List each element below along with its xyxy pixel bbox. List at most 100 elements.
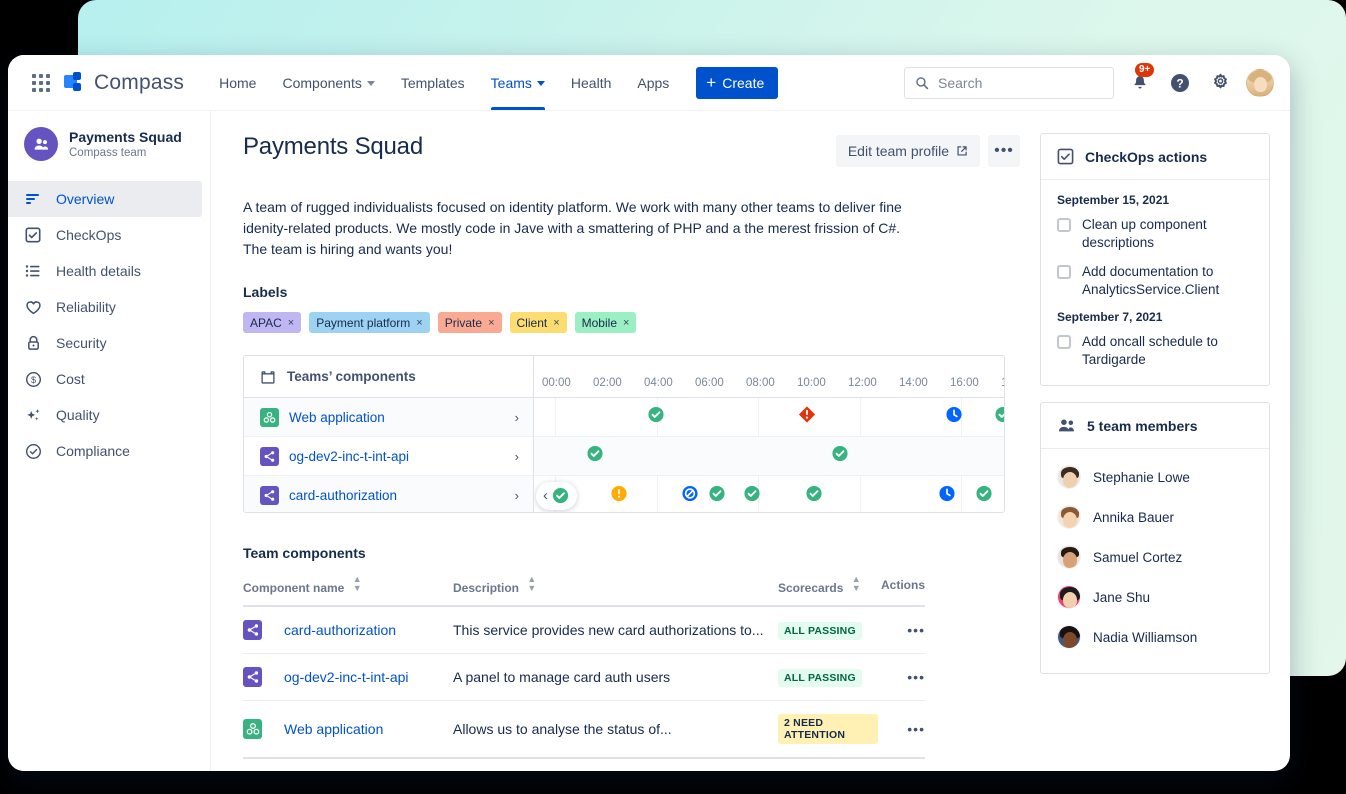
event-success-icon[interactable]: [806, 485, 823, 507]
sidebar-item-health-details[interactable]: Health details: [8, 253, 202, 289]
remove-label-icon[interactable]: ×: [488, 317, 494, 329]
label-chip-apac[interactable]: APAC ×: [243, 312, 301, 333]
remove-label-icon[interactable]: ×: [623, 317, 629, 329]
settings-icon[interactable]: [1206, 69, 1234, 97]
cell-description: This service provides new card authoriza…: [453, 606, 778, 654]
event-blocked-icon[interactable]: [682, 485, 699, 507]
sidebar-item-compliance[interactable]: Compliance: [8, 433, 202, 469]
search-input[interactable]: Search: [904, 67, 1114, 99]
timeline-component-link[interactable]: card-authorization: [289, 488, 397, 503]
compass-logo-icon: [64, 72, 86, 94]
chevron-right-icon[interactable]: ›: [515, 449, 519, 464]
table-row[interactable]: Web application Allows us to analyse the…: [243, 701, 925, 759]
table-row[interactable]: og-dev2-inc-t-int-api A panel to manage …: [243, 654, 925, 701]
sort-icon[interactable]: ▲▼: [852, 575, 861, 593]
app-switcher-icon[interactable]: [26, 74, 56, 92]
component-link[interactable]: og-dev2-inc-t-int-api: [284, 669, 409, 685]
event-success-icon[interactable]: [552, 487, 569, 504]
column-label: Actions: [881, 578, 925, 592]
checkops-task[interactable]: Add oncall schedule to Tardigarde: [1057, 333, 1253, 369]
timeline-row-og-dev2-inc-t-int-api[interactable]: og-dev2-inc-t-int-api ›: [244, 437, 533, 476]
timeline-row-card-authorization[interactable]: card-authorization ›: [244, 476, 533, 513]
remove-label-icon[interactable]: ×: [288, 317, 294, 329]
remove-label-icon[interactable]: ×: [553, 317, 559, 329]
help-icon[interactable]: ?: [1166, 69, 1194, 97]
timeline-component-link[interactable]: og-dev2-inc-t-int-api: [289, 449, 409, 464]
svg-text:$: $: [30, 374, 35, 384]
checkops-task[interactable]: Clean up component descriptions: [1057, 216, 1253, 252]
timeline-events-card-authorization: ‹: [534, 476, 1004, 512]
nav-link-templates[interactable]: Templates: [388, 55, 478, 110]
column-component-name[interactable]: Component name ▲▼: [243, 575, 453, 606]
list-item[interactable]: Jane Shu: [1057, 577, 1253, 617]
table-row[interactable]: card-authorization This service provides…: [243, 606, 925, 654]
sidebar-item-cost[interactable]: $ Cost: [8, 361, 202, 397]
sort-icon[interactable]: ▲▼: [527, 575, 536, 593]
edit-team-profile-button[interactable]: Edit team profile: [836, 135, 980, 167]
dollar-icon: $: [24, 371, 42, 388]
event-scheduled-icon[interactable]: [939, 485, 956, 507]
list-item[interactable]: Annika Bauer: [1057, 497, 1253, 537]
nav-link-health[interactable]: Health: [558, 55, 624, 110]
create-button[interactable]: + Create: [696, 67, 778, 99]
event-success-icon[interactable]: [976, 485, 993, 507]
event-warning-icon[interactable]: [611, 485, 628, 507]
label-chip-client[interactable]: Client ×: [510, 312, 567, 333]
column-scorecards[interactable]: Scorecards ▲▼: [778, 575, 878, 606]
application-icon: [243, 719, 262, 739]
event-success-icon[interactable]: [744, 485, 761, 507]
timeline-grid[interactable]: 00:00 02:00 04:00 06:00 08:00 10:00 12:0…: [534, 356, 1004, 512]
chevron-right-icon[interactable]: ›: [515, 410, 519, 425]
checkops-panel-title: CheckOps actions: [1085, 149, 1207, 165]
event-success-icon[interactable]: [832, 445, 849, 467]
timeline-tick: 16:00: [950, 377, 979, 389]
sidebar-item-overview[interactable]: Overview: [8, 181, 202, 217]
nav-label-home: Home: [219, 75, 256, 91]
row-actions-button[interactable]: •••: [907, 721, 925, 737]
sidebar-item-security[interactable]: Security: [8, 325, 202, 361]
event-success-icon[interactable]: [709, 485, 726, 507]
labels-heading: Labels: [243, 284, 1020, 300]
user-avatar[interactable]: [1246, 69, 1274, 97]
right-rail: CheckOps actions September 15, 2021 Clea…: [1040, 111, 1290, 771]
notifications-icon[interactable]: 9+: [1126, 69, 1154, 97]
more-actions-button[interactable]: •••: [988, 135, 1020, 167]
task-checkbox[interactable]: [1057, 218, 1071, 232]
search-icon: [915, 76, 929, 90]
nav-link-teams[interactable]: Teams: [478, 55, 558, 110]
nav-link-home[interactable]: Home: [206, 55, 269, 110]
label-chip-payment-platform[interactable]: Payment platform ×: [309, 312, 429, 333]
component-link[interactable]: card-authorization: [284, 622, 396, 638]
task-checkbox[interactable]: [1057, 335, 1071, 349]
list-item[interactable]: Samuel Cortez: [1057, 537, 1253, 577]
event-scheduled-icon[interactable]: [946, 406, 963, 428]
label-chip-mobile[interactable]: Mobile ×: [575, 312, 637, 333]
chevron-right-icon[interactable]: ›: [515, 488, 519, 503]
timeline-row-web-application[interactable]: Web application ›: [244, 398, 533, 437]
sort-icon[interactable]: ▲▼: [353, 575, 362, 593]
compass-logo[interactable]: Compass: [64, 71, 184, 95]
column-description[interactable]: Description ▲▼: [453, 575, 778, 606]
nav-link-components[interactable]: Components: [269, 55, 387, 110]
row-actions-button[interactable]: •••: [907, 669, 925, 685]
nav-link-apps[interactable]: Apps: [624, 55, 682, 110]
remove-label-icon[interactable]: ×: [416, 317, 422, 329]
sidebar-item-reliability[interactable]: Reliability: [8, 289, 202, 325]
event-success-icon[interactable]: [995, 406, 1005, 428]
timeline-component-link[interactable]: Web application: [289, 410, 385, 425]
row-actions-button[interactable]: •••: [907, 622, 925, 638]
task-checkbox[interactable]: [1057, 265, 1071, 279]
event-success-icon[interactable]: [648, 406, 665, 428]
event-critical-icon[interactable]: [798, 406, 816, 429]
timeline-axis: 00:00 02:00 04:00 06:00 08:00 10:00 12:0…: [534, 356, 1004, 398]
task-label: Clean up component descriptions: [1082, 216, 1253, 252]
sidebar-item-quality[interactable]: Quality: [8, 397, 202, 433]
sidebar-item-checkops[interactable]: CheckOps: [8, 217, 202, 253]
checkops-task[interactable]: Add documentation to AnalyticsService.Cl…: [1057, 263, 1253, 299]
label-chip-private[interactable]: Private ×: [438, 312, 502, 333]
component-link[interactable]: Web application: [284, 721, 383, 737]
list-item[interactable]: Stephanie Lowe: [1057, 457, 1253, 497]
timeline-scroll-back-button[interactable]: ‹: [536, 482, 577, 510]
event-success-icon[interactable]: [587, 445, 604, 467]
list-item[interactable]: Nadia Williamson: [1057, 617, 1253, 657]
